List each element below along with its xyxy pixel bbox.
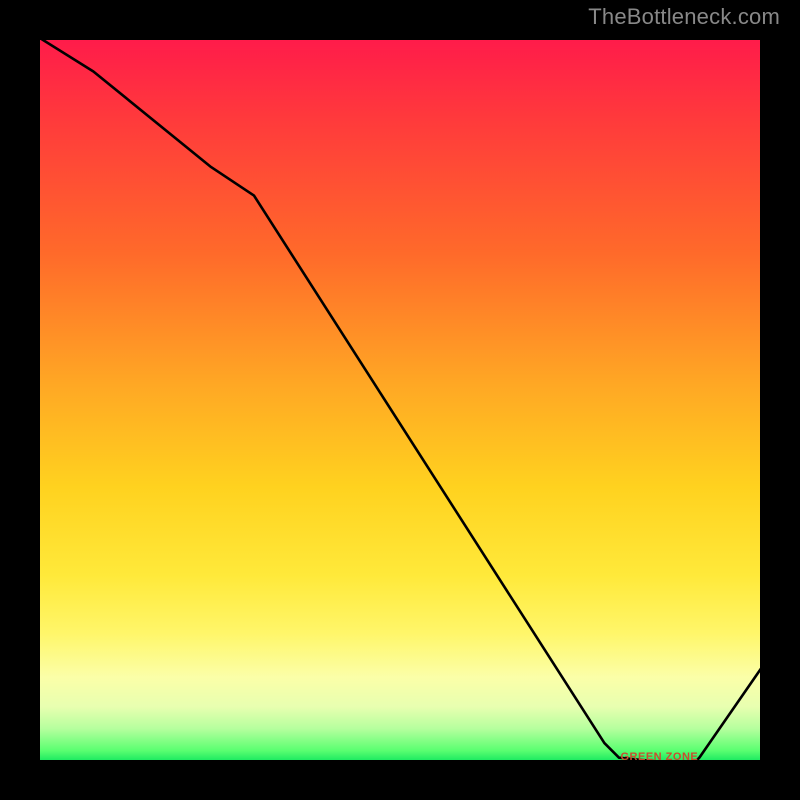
chart-frame: TheBottleneck.com GREEN ZONE [0,0,800,800]
green-zone-label: GREEN ZONE [621,751,699,763]
plot-gradient-area [35,35,765,765]
attribution-text: TheBottleneck.com [588,4,780,30]
